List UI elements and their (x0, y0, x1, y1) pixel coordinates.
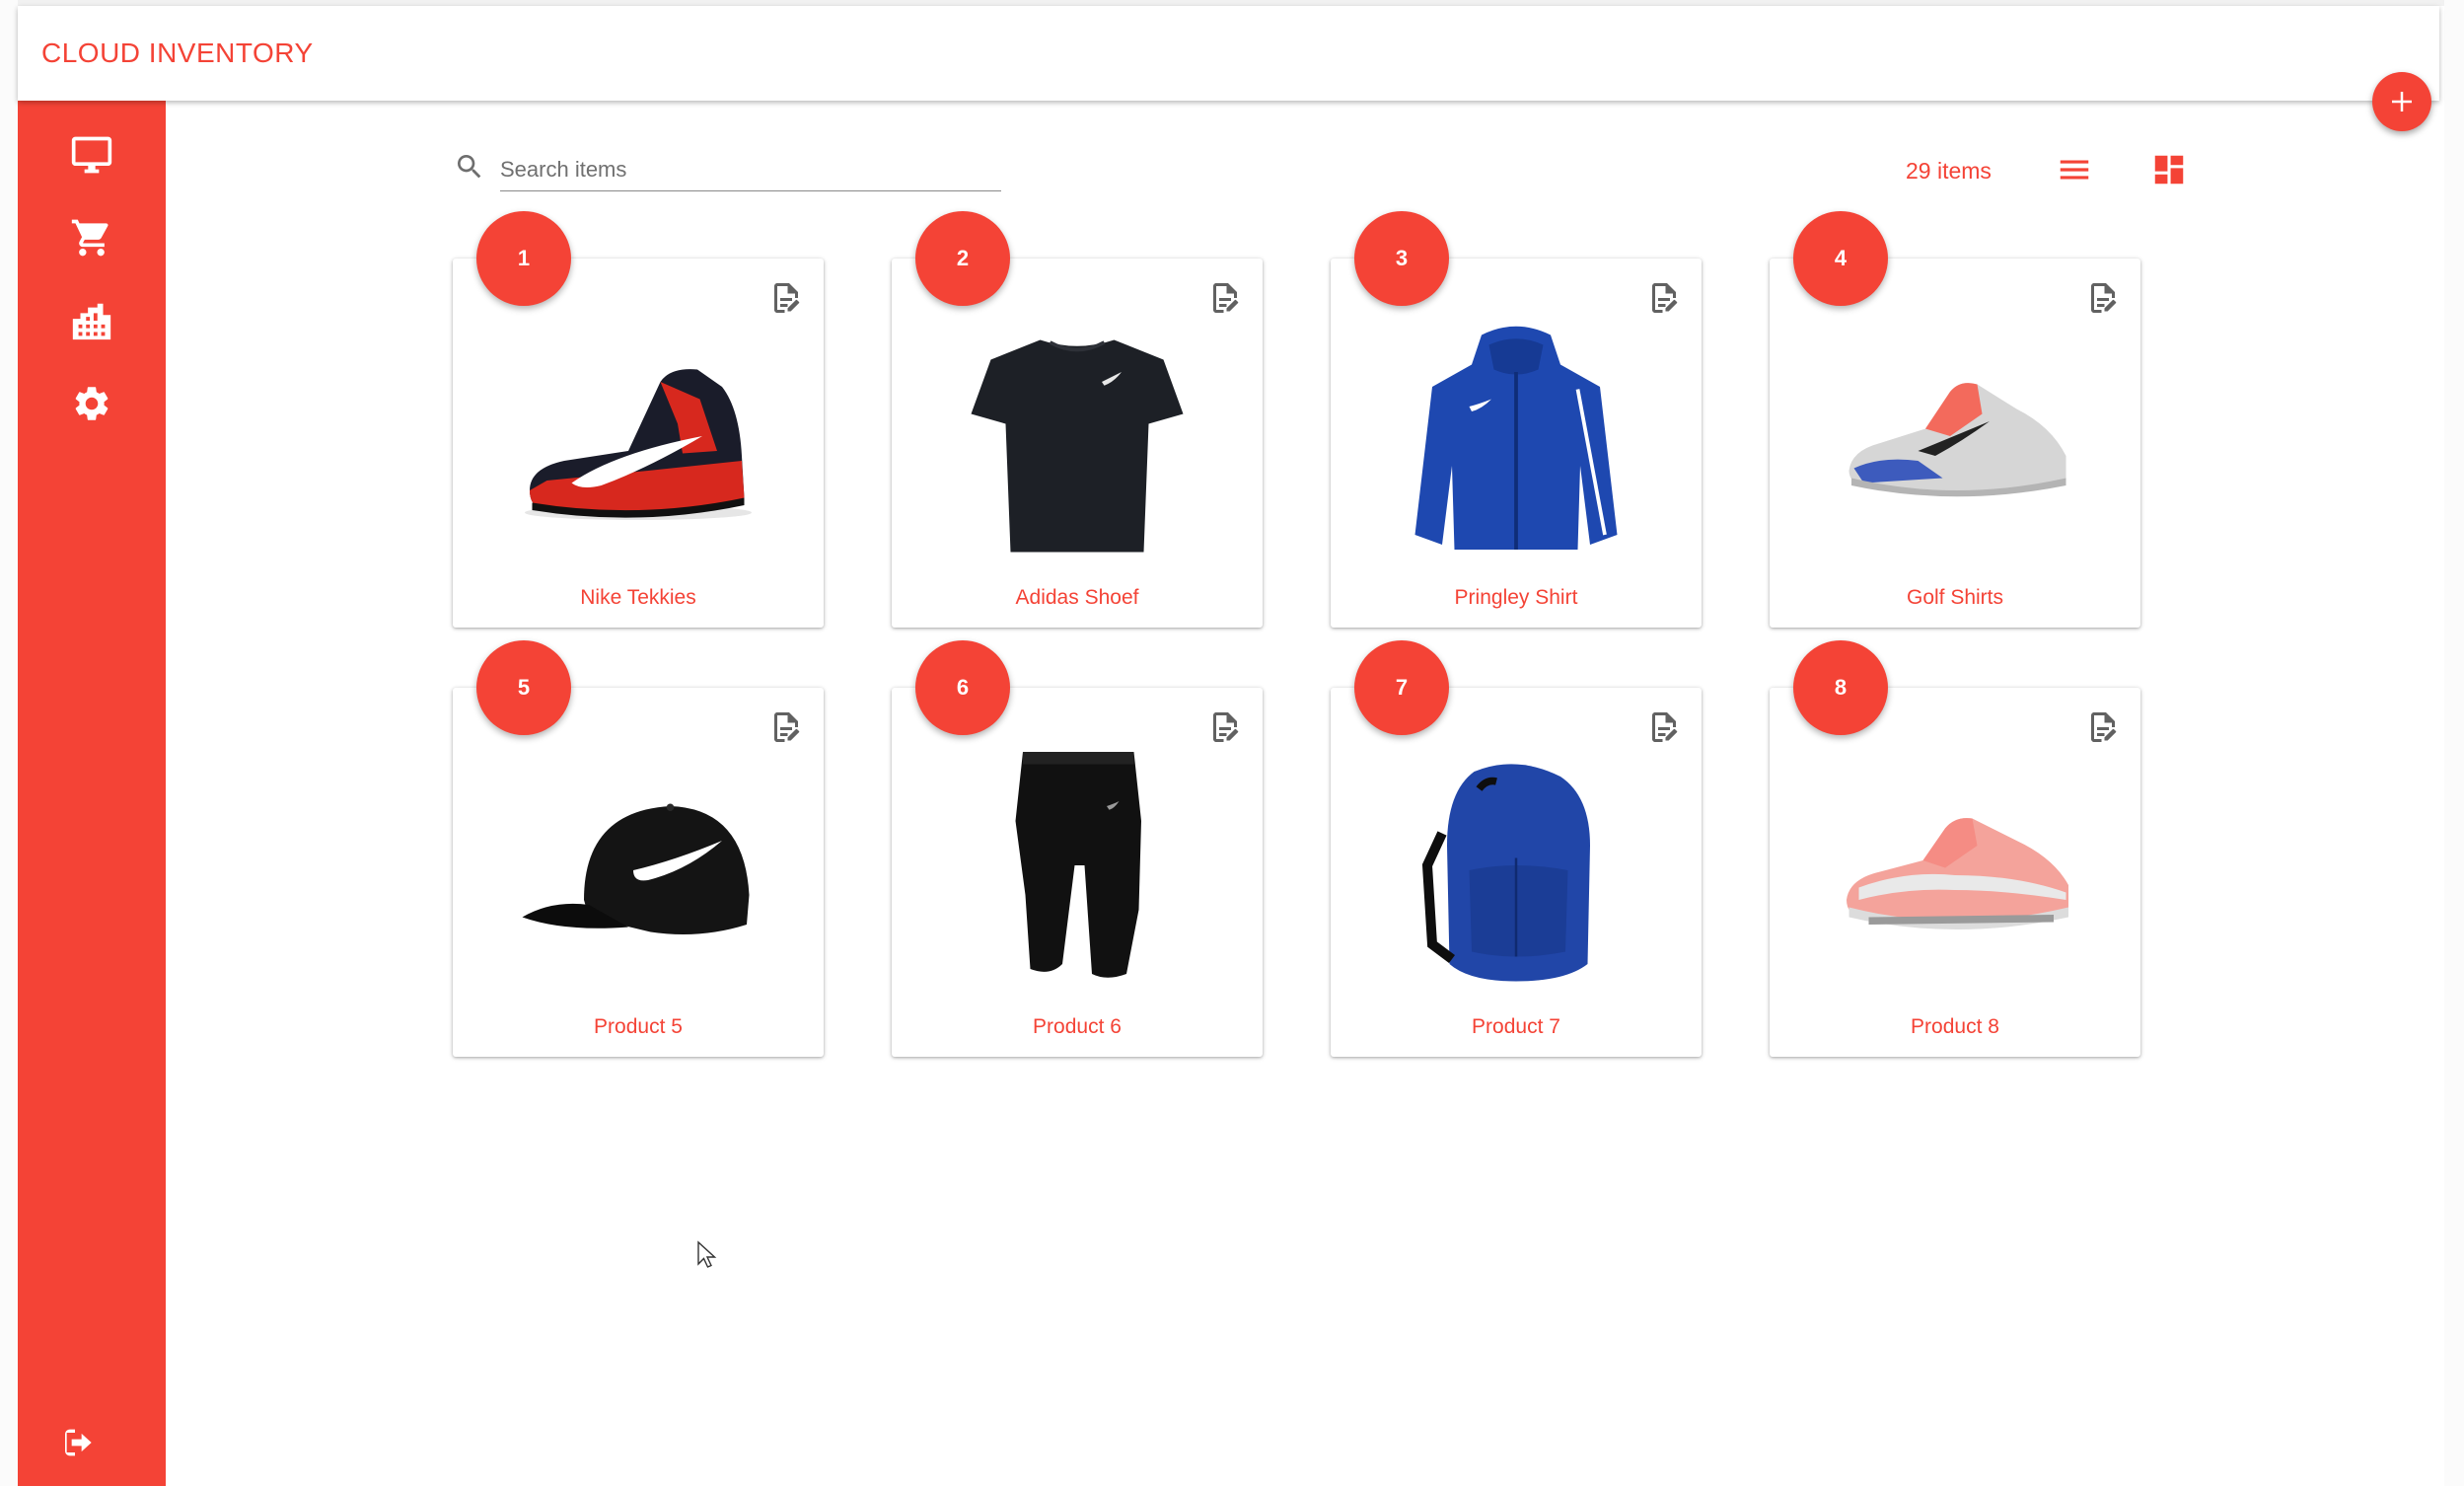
logout-icon (65, 1429, 92, 1456)
edit-note-icon (774, 283, 800, 313)
product-name: Product 8 (1911, 1015, 1999, 1038)
edit-item-button[interactable] (2085, 709, 2121, 745)
product-number-badge: 3 (1354, 211, 1449, 306)
edit-note-icon (2091, 283, 2117, 313)
product-number-badge: 4 (1793, 211, 1888, 306)
edit-item-button[interactable] (1646, 280, 1682, 316)
product-name: Adidas Shoef (1015, 586, 1139, 609)
product-card[interactable]: 8 Product 8 (1770, 640, 2140, 1057)
product-number-badge: 7 (1354, 640, 1449, 735)
sneaker-image (1847, 818, 2068, 929)
add-item-button[interactable] (2372, 72, 2431, 131)
logout-button[interactable] (55, 1423, 95, 1462)
mouse-cursor-icon (697, 1240, 717, 1268)
product-name: Product 5 (594, 1015, 683, 1038)
edit-item-button[interactable] (1207, 709, 1243, 745)
product-card[interactable]: 3 Pringley Shirt (1331, 211, 1702, 628)
sidebar (18, 101, 166, 1486)
edit-item-button[interactable] (2085, 280, 2121, 316)
product-number-badge: 6 (915, 640, 1010, 735)
backpack-image (1421, 764, 1590, 982)
warehouse-icon (72, 303, 111, 340)
sidebar-item-settings[interactable] (18, 368, 166, 439)
item-count: 29 items (1906, 158, 1992, 184)
top-app-bar: CLOUD INVENTORY (18, 6, 2439, 101)
app-window: CLOUD INVENTORY Search items 29 items 1 … (0, 0, 2464, 1486)
plus-icon (2392, 92, 2412, 111)
gear-icon (75, 387, 109, 420)
window-right-edge (2444, 0, 2464, 1486)
sneaker-image (525, 369, 752, 520)
list-view-icon[interactable] (2056, 151, 2093, 188)
pants-image (1015, 752, 1141, 978)
jacket-image (1414, 326, 1618, 550)
product-number-badge: 1 (476, 211, 571, 306)
brand-logo[interactable]: CLOUD INVENTORY (41, 37, 314, 69)
edit-note-icon (1213, 283, 1239, 313)
monitor-icon (71, 136, 112, 174)
sidebar-item-dashboard[interactable] (18, 119, 166, 190)
product-name: Pringley Shirt (1454, 586, 1578, 609)
edit-note-icon (774, 712, 800, 742)
product-number-badge: 8 (1793, 640, 1888, 735)
search-input[interactable] (500, 148, 1001, 191)
product-card[interactable]: 7 Product 7 (1331, 640, 1702, 1057)
edit-item-button[interactable] (768, 280, 804, 316)
product-card[interactable]: 4 Golf Shirts (1770, 211, 2140, 628)
edit-item-button[interactable] (768, 709, 804, 745)
grid-view-icon[interactable] (2150, 151, 2188, 188)
edit-note-icon (1213, 712, 1239, 742)
edit-note-icon (1652, 712, 1678, 742)
product-card[interactable]: 2 Adidas Shoef (892, 211, 1263, 628)
product-name: Golf Shirts (1906, 586, 2004, 609)
cart-icon (71, 219, 109, 257)
edit-note-icon (1652, 283, 1678, 313)
edit-note-icon (2091, 712, 2117, 742)
product-card[interactable]: 1 Nike Tekkies (453, 211, 824, 628)
brand-word-inventory: INVENTORY (148, 37, 314, 68)
product-name: Nike Tekkies (580, 586, 696, 609)
product-number-badge: 2 (915, 211, 1010, 306)
sidebar-item-cart[interactable] (18, 202, 166, 273)
window-left-edge (0, 0, 18, 1486)
sneaker-image (1848, 383, 2066, 497)
tshirt-image (971, 339, 1184, 553)
cap-image (522, 803, 750, 934)
sidebar-item-warehouse[interactable] (18, 285, 166, 356)
product-card[interactable]: 5 Product 5 (453, 640, 824, 1057)
product-name: Product 6 (1033, 1015, 1122, 1038)
product-card[interactable]: 6 Product 6 (892, 640, 1263, 1057)
search-icon (458, 155, 481, 179)
product-name: Product 7 (1472, 1015, 1560, 1038)
edit-item-button[interactable] (1207, 280, 1243, 316)
product-number-badge: 5 (476, 640, 571, 735)
edit-item-button[interactable] (1646, 709, 1682, 745)
brand-word-cloud: CLOUD (41, 37, 141, 68)
